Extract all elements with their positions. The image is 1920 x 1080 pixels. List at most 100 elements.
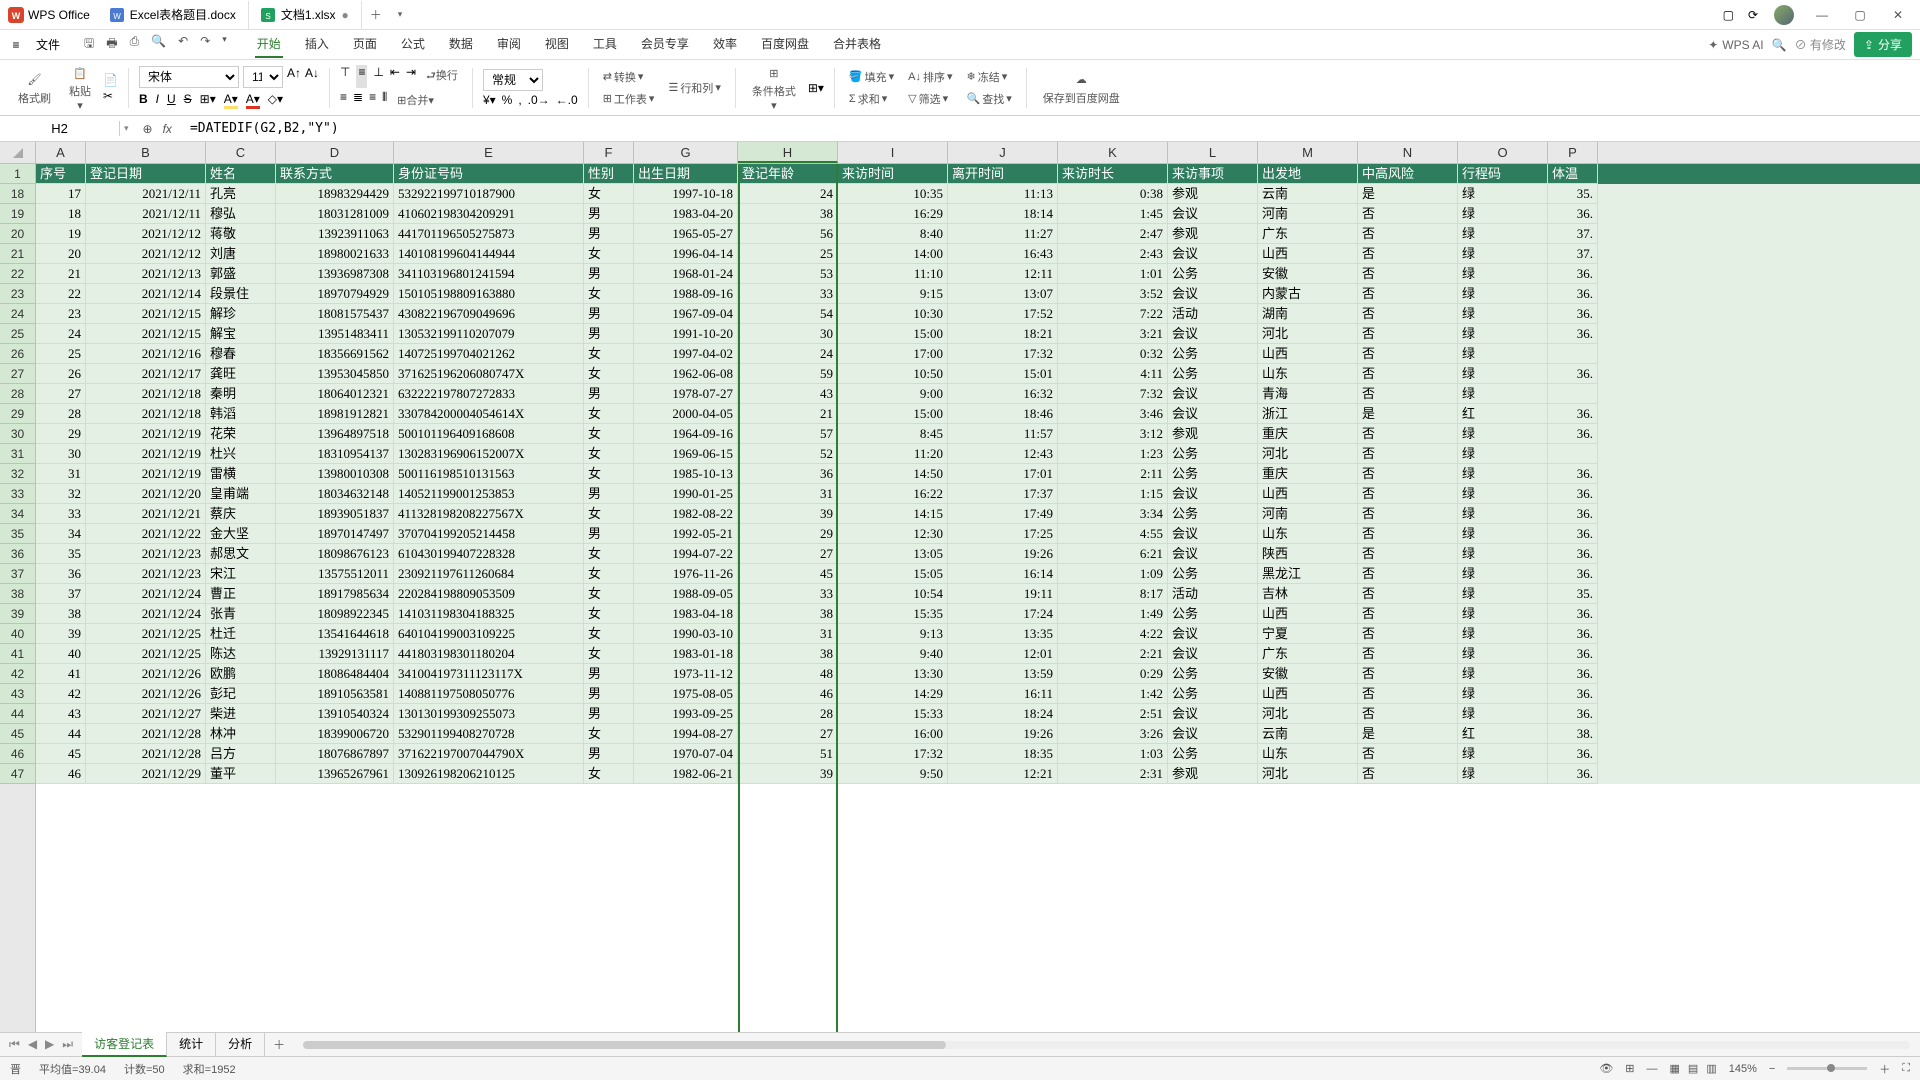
- eye-icon[interactable]: 👁: [1599, 1062, 1613, 1075]
- col-header-A[interactable]: A: [36, 142, 86, 163]
- cell[interactable]: 是: [1358, 184, 1458, 204]
- cell[interactable]: 130532199110207079: [394, 324, 584, 344]
- cell[interactable]: 9:00: [838, 384, 948, 404]
- cell[interactable]: 2:47: [1058, 224, 1168, 244]
- cell[interactable]: 52: [738, 444, 838, 464]
- cell[interactable]: 陕西: [1258, 544, 1358, 564]
- header-cell[interactable]: 中高风险: [1358, 164, 1458, 184]
- cell[interactable]: 2021/12/29: [86, 764, 206, 784]
- col-header-D[interactable]: D: [276, 142, 394, 163]
- undo-icon[interactable]: ↶: [178, 34, 188, 55]
- cell[interactable]: 1962-06-08: [634, 364, 738, 384]
- cell[interactable]: 内蒙古: [1258, 284, 1358, 304]
- cell[interactable]: 绿: [1458, 744, 1548, 764]
- cell[interactable]: 1983-01-18: [634, 644, 738, 664]
- dec-dec-icon[interactable]: ←.0: [556, 93, 578, 107]
- cell[interactable]: 18064012321: [276, 384, 394, 404]
- cell[interactable]: 26: [36, 364, 86, 384]
- cell[interactable]: 河南: [1258, 504, 1358, 524]
- cell[interactable]: 1975-08-05: [634, 684, 738, 704]
- header-cell[interactable]: 体温: [1548, 164, 1598, 184]
- cell[interactable]: 1:42: [1058, 684, 1168, 704]
- cell[interactable]: 130283196906152007X: [394, 444, 584, 464]
- cell[interactable]: 18:46: [948, 404, 1058, 424]
- cell[interactable]: 1968-01-24: [634, 264, 738, 284]
- cell[interactable]: 17:25: [948, 524, 1058, 544]
- cell[interactable]: 参观: [1168, 224, 1258, 244]
- cell[interactable]: 1988-09-05: [634, 584, 738, 604]
- align-right-icon[interactable]: ≡: [369, 90, 376, 110]
- cell[interactable]: 2021/12/26: [86, 684, 206, 704]
- cell[interactable]: 1997-04-02: [634, 344, 738, 364]
- indent-left-icon[interactable]: ⇤: [390, 65, 400, 88]
- cell[interactable]: 54: [738, 304, 838, 324]
- cell[interactable]: 371622197007044790X: [394, 744, 584, 764]
- cell[interactable]: 15:05: [838, 564, 948, 584]
- cell[interactable]: 28: [738, 704, 838, 724]
- cell[interactable]: 371625196206080747X: [394, 364, 584, 384]
- cell[interactable]: 否: [1358, 204, 1458, 224]
- cell[interactable]: 河北: [1258, 704, 1358, 724]
- row-header-1[interactable]: 1: [0, 164, 35, 184]
- cond-format-button[interactable]: ⊞条件格式▾: [746, 60, 802, 115]
- cell[interactable]: 彭玘: [206, 684, 276, 704]
- row-header[interactable]: 24: [0, 304, 35, 324]
- cell[interactable]: 18:24: [948, 704, 1058, 724]
- cell[interactable]: 云南: [1258, 184, 1358, 204]
- cell[interactable]: 6:21: [1058, 544, 1168, 564]
- cell[interactable]: 18910563581: [276, 684, 394, 704]
- cell[interactable]: 36.: [1548, 204, 1598, 224]
- cell[interactable]: 19: [36, 224, 86, 244]
- cell[interactable]: 否: [1358, 284, 1458, 304]
- header-cell[interactable]: 序号: [36, 164, 86, 184]
- cell[interactable]: 女: [584, 544, 634, 564]
- cell[interactable]: 1990-03-10: [634, 624, 738, 644]
- cell[interactable]: 绿: [1458, 284, 1548, 304]
- row-header[interactable]: 42: [0, 664, 35, 684]
- cell[interactable]: 山东: [1258, 364, 1358, 384]
- cell[interactable]: 12:43: [948, 444, 1058, 464]
- cell[interactable]: 公务: [1168, 464, 1258, 484]
- cell[interactable]: 女: [584, 504, 634, 524]
- cell[interactable]: 42: [36, 684, 86, 704]
- col-header-N[interactable]: N: [1358, 142, 1458, 163]
- cell[interactable]: 13:30: [838, 664, 948, 684]
- underline-icon[interactable]: U: [167, 92, 176, 109]
- cell[interactable]: 14:50: [838, 464, 948, 484]
- cell[interactable]: 绿: [1458, 244, 1548, 264]
- cell[interactable]: 37.: [1548, 224, 1598, 244]
- cell[interactable]: 2021/12/24: [86, 584, 206, 604]
- menu-tab-视图[interactable]: 视图: [543, 31, 571, 58]
- cell[interactable]: 龚旺: [206, 364, 276, 384]
- cell[interactable]: 1973-11-12: [634, 664, 738, 684]
- cell[interactable]: 绿: [1458, 384, 1548, 404]
- cell[interactable]: 宁夏: [1258, 624, 1358, 644]
- row-header[interactable]: 43: [0, 684, 35, 704]
- row-header[interactable]: 31: [0, 444, 35, 464]
- formula-input[interactable]: =DATEDIF(G2,B2,"Y"): [182, 121, 1920, 136]
- increase-font-icon[interactable]: A↑: [287, 66, 301, 88]
- wrap-text-button[interactable]: ⮐换行: [422, 65, 462, 88]
- menu-file[interactable]: 文件: [28, 36, 68, 53]
- fill-button[interactable]: 🪣填充▾: [845, 67, 898, 87]
- header-cell[interactable]: 登记日期: [86, 164, 206, 184]
- cell[interactable]: 24: [738, 344, 838, 364]
- cell[interactable]: 22: [36, 284, 86, 304]
- menu-tab-工具[interactable]: 工具: [591, 31, 619, 58]
- cell[interactable]: 2021/12/24: [86, 604, 206, 624]
- cell[interactable]: 45: [738, 564, 838, 584]
- cell[interactable]: 会议: [1168, 484, 1258, 504]
- cell[interactable]: 2:43: [1058, 244, 1168, 264]
- row-header[interactable]: 40: [0, 624, 35, 644]
- header-cell[interactable]: 性别: [584, 164, 634, 184]
- cell[interactable]: 参观: [1168, 764, 1258, 784]
- print-icon[interactable]: 🖶: [106, 34, 117, 55]
- cell[interactable]: 11:13: [948, 184, 1058, 204]
- cell[interactable]: 33: [738, 284, 838, 304]
- cell[interactable]: 11:57: [948, 424, 1058, 444]
- merge-button[interactable]: ⊞合并▾: [393, 90, 438, 110]
- cell[interactable]: 2021/12/20: [86, 484, 206, 504]
- row-header[interactable]: 27: [0, 364, 35, 384]
- preview-icon[interactable]: 🔍: [151, 34, 166, 55]
- cell[interactable]: 3:26: [1058, 724, 1168, 744]
